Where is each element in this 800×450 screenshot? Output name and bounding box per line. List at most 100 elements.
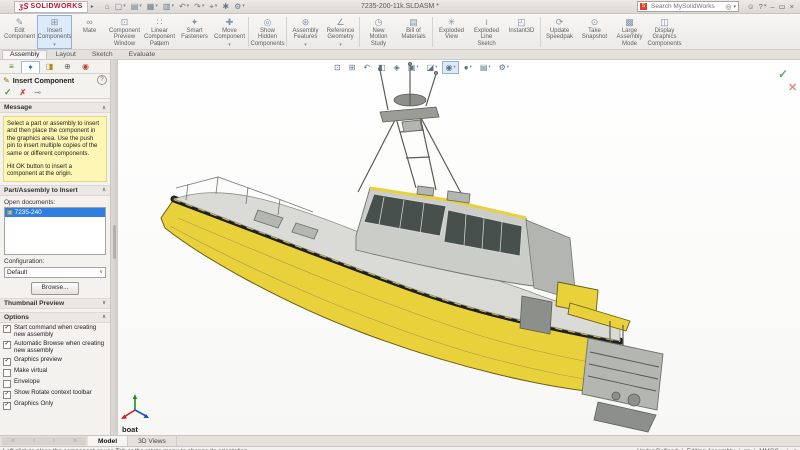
- large-assembly-mode-button[interactable]: ▩Large Assembly Mode: [612, 15, 647, 49]
- hide-show-items-icon[interactable]: ◉▾: [442, 61, 458, 74]
- linear-component-pattern-button[interactable]: ∷Linear Component Pattern▾: [142, 15, 177, 49]
- confirmation-ok-button[interactable]: ✓: [778, 67, 788, 81]
- dropdown-caret-icon[interactable]: ▾: [158, 43, 161, 48]
- print-icon[interactable]: ▥▾: [161, 3, 176, 11]
- search-magnifier-icon[interactable]: ◎: [725, 3, 731, 11]
- reference-geometry-button[interactable]: ∠Reference Geometry▾: [323, 15, 358, 49]
- dropdown-caret-icon[interactable]: ▾: [435, 65, 437, 70]
- zoom-to-fit-icon[interactable]: ⊡: [331, 61, 344, 74]
- dropdown-caret-icon[interactable]: ▾: [171, 4, 174, 9]
- checkbox[interactable]: ✓: [3, 358, 11, 366]
- browse-button[interactable]: Browse...: [31, 282, 79, 295]
- checkbox[interactable]: ✓: [3, 391, 11, 399]
- dropdown-caret-icon[interactable]: ▾: [187, 4, 190, 9]
- insert-components-button[interactable]: ⊞Insert Components▾: [37, 15, 72, 49]
- open-icon[interactable]: ▤▾: [129, 3, 144, 11]
- tab-assembly[interactable]: Assembly: [2, 50, 47, 59]
- home-icon[interactable]: ⌂: [103, 3, 112, 11]
- redo-icon[interactable]: ↷▾: [192, 3, 206, 11]
- signin-icon[interactable]: ☺: [747, 3, 755, 11]
- configuration-dropdown[interactable]: Default ∨: [4, 267, 106, 278]
- dropdown-caret-icon[interactable]: ▾: [242, 4, 245, 9]
- view-orientation-icon[interactable]: ▣▾: [405, 61, 422, 74]
- dropdown-caret-icon[interactable]: ▾: [507, 65, 509, 70]
- search-caret-icon[interactable]: ▾: [733, 4, 736, 10]
- open-documents-list[interactable]: ▣7235-240: [4, 207, 106, 255]
- view-settings-icon[interactable]: ⚙▾: [496, 61, 512, 74]
- dropdown-caret-icon[interactable]: ▾: [416, 65, 418, 70]
- minimize-icon[interactable]: –: [770, 3, 774, 11]
- dropdown-caret-icon[interactable]: ▾: [155, 4, 158, 9]
- ok-button[interactable]: ✓: [4, 87, 12, 98]
- tab-evaluate[interactable]: Evaluate: [121, 50, 163, 59]
- edit-appearance-icon[interactable]: ●▾: [461, 61, 475, 74]
- dropdown-caret-icon[interactable]: ▾: [764, 4, 767, 9]
- save-icon[interactable]: ▦▾: [145, 3, 160, 11]
- take-snapshot-button[interactable]: ⊙Take Snapshot: [577, 15, 612, 49]
- confirmation-cancel-button[interactable]: ✕: [788, 81, 797, 94]
- show-hidden-components-button[interactable]: ◎Show Hidden Components: [250, 15, 285, 49]
- mate-button[interactable]: ∞Mate: [72, 15, 107, 49]
- dropdown-caret-icon[interactable]: ▾: [139, 4, 142, 9]
- assembly-features-button[interactable]: ⊛Assembly Features▾: [288, 15, 323, 49]
- rebuild-icon[interactable]: ✱: [220, 3, 231, 11]
- display-graphics-components-button[interactable]: ◫Display Graphics Components: [647, 15, 682, 49]
- pushpin-icon[interactable]: ⊸: [34, 88, 41, 97]
- options-section-header[interactable]: Options ∧: [0, 312, 110, 323]
- new-motion-study-button[interactable]: ◷New Motion Study: [361, 15, 396, 49]
- new-document-icon[interactable]: ▢▾: [113, 3, 128, 11]
- solidworks-logo[interactable]: ʒS SOLIDWORKS: [14, 1, 88, 13]
- exploded-view-button[interactable]: ✳Exploded View: [434, 15, 469, 49]
- dimxpertmanager-tab[interactable]: ⊕: [59, 61, 76, 72]
- dropdown-caret-icon[interactable]: ▾: [304, 43, 307, 48]
- dropdown-caret-icon[interactable]: ▾: [339, 43, 342, 48]
- previous-view-icon[interactable]: ↶: [360, 61, 373, 74]
- checkbox[interactable]: [3, 380, 11, 388]
- bill-of-materials-button[interactable]: ▤Bill of Materials: [396, 15, 431, 49]
- menu-expand-arrow-icon[interactable]: ▸: [91, 3, 94, 10]
- instant3d-button[interactable]: ◰Instant3D: [504, 15, 539, 49]
- zoom-to-area-icon[interactable]: ⊞: [346, 61, 359, 74]
- displaymanager-tab[interactable]: ◉: [77, 61, 94, 72]
- tab-scroll-buttons[interactable]: «‹›»: [2, 437, 86, 445]
- checkbox[interactable]: ✓: [3, 402, 11, 410]
- help-icon[interactable]: ?▾: [759, 3, 767, 11]
- display-style-icon[interactable]: ◪▾: [424, 61, 441, 74]
- tab-sketch[interactable]: Sketch: [84, 50, 121, 59]
- doc-tab-model[interactable]: Model: [88, 436, 128, 446]
- dropdown-caret-icon[interactable]: ▾: [202, 4, 205, 9]
- options-icon[interactable]: ⚙▾: [232, 3, 247, 11]
- boat-model[interactable]: [118, 60, 800, 435]
- graphics-viewport[interactable]: ⊡⊞↶◧◈▣▾◪▾◉▾●▾▤▾⚙▾ ✓ ✕ boat: [118, 60, 800, 435]
- dropdown-caret-icon[interactable]: ▾: [228, 43, 231, 48]
- close-icon[interactable]: ×: [790, 3, 794, 11]
- propertymanager-tab[interactable]: ✦: [21, 61, 40, 73]
- apply-scene-icon[interactable]: ▤▾: [477, 61, 494, 74]
- doc-tab-3d-views[interactable]: 3D Views: [128, 436, 177, 446]
- checkbox[interactable]: ✓: [3, 325, 11, 333]
- open-document-item[interactable]: ▣7235-240: [5, 208, 105, 217]
- dynamic-annotation-views-icon[interactable]: ◈: [391, 61, 403, 74]
- move-component-button[interactable]: ✚Move Component▾: [212, 15, 247, 49]
- dropdown-caret-icon[interactable]: ▾: [123, 4, 126, 9]
- component-preview-window-button[interactable]: ⊡Component Preview Window: [107, 15, 142, 49]
- dropdown-caret-icon[interactable]: ▾: [53, 43, 56, 48]
- checkbox[interactable]: [3, 369, 11, 377]
- panel-splitter[interactable]: [111, 60, 118, 435]
- dropdown-caret-icon[interactable]: ▾: [453, 65, 455, 70]
- dropdown-caret-icon[interactable]: ▾: [470, 65, 472, 70]
- message-section-header[interactable]: Message ∧: [0, 102, 110, 113]
- search-input[interactable]: [649, 2, 723, 11]
- search-box[interactable]: S ◎ ▾: [637, 1, 739, 12]
- part-assembly-section-header[interactable]: Part/Assembly to Insert ∧: [0, 185, 110, 196]
- dropdown-caret-icon[interactable]: ▾: [488, 65, 490, 70]
- thumbnail-preview-section-header[interactable]: Thumbnail Preview ∨: [0, 298, 110, 309]
- edit-component-button[interactable]: ✎Edit Component: [2, 15, 37, 49]
- cancel-button[interactable]: ✗: [20, 88, 27, 97]
- section-view-icon[interactable]: ◧: [375, 61, 389, 74]
- smart-fasteners-button[interactable]: ✦Smart Fasteners: [177, 15, 212, 49]
- help-icon[interactable]: ?: [97, 75, 107, 85]
- tab-layout[interactable]: Layout: [47, 50, 83, 59]
- undo-icon[interactable]: ↶▾: [177, 3, 191, 11]
- dropdown-caret-icon[interactable]: ▾: [215, 4, 218, 9]
